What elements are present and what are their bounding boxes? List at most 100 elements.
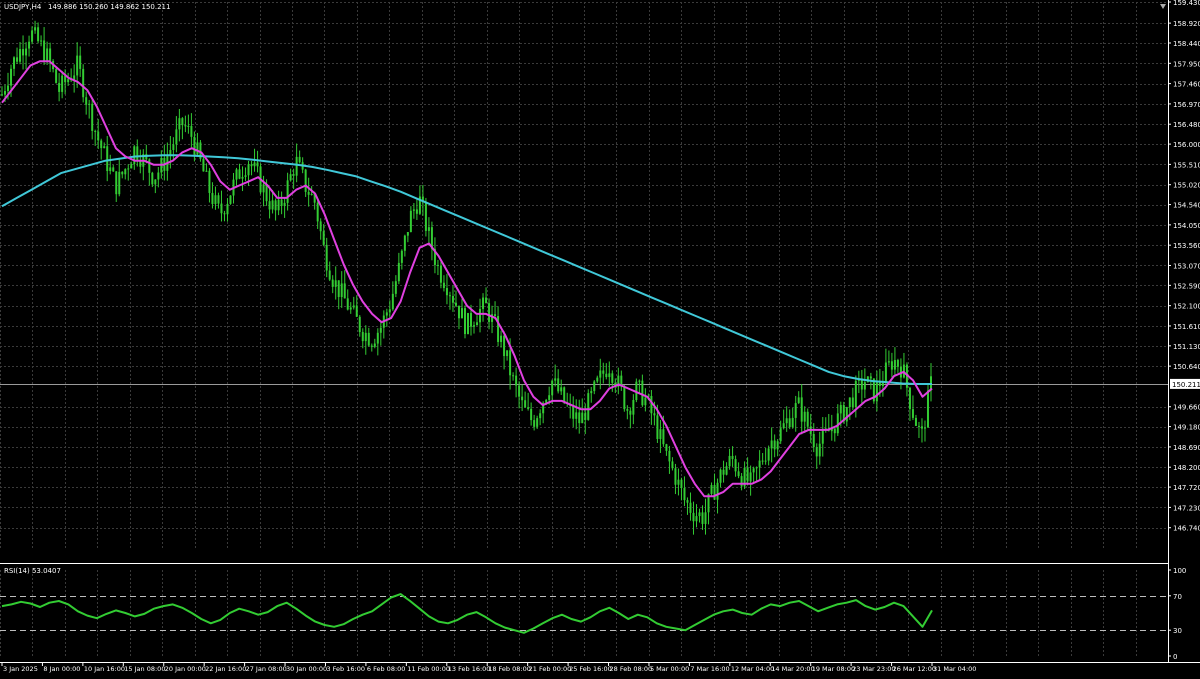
candle-body <box>785 418 788 424</box>
candle-body <box>716 482 719 500</box>
candle-body <box>839 405 842 414</box>
candle-body <box>205 170 208 172</box>
candle-body <box>319 221 322 232</box>
candle-body <box>494 314 497 317</box>
price-tick-label: 153.560 <box>1173 242 1200 250</box>
candle-body <box>37 27 40 42</box>
candle-body <box>755 467 758 469</box>
candle-body <box>719 469 722 483</box>
candle-body <box>554 378 557 381</box>
candle-body <box>43 40 46 62</box>
price-tick-label: 149.180 <box>1173 424 1200 432</box>
candle-body <box>361 332 364 342</box>
candle-body <box>602 370 605 374</box>
candle-body <box>304 169 307 192</box>
candle-body <box>196 142 199 155</box>
candle-body <box>109 167 112 172</box>
candle-body <box>130 164 133 169</box>
candle-body <box>467 313 469 335</box>
candle-body <box>653 413 656 416</box>
price-tick-label: 153.070 <box>1173 262 1200 270</box>
candle-body <box>292 174 295 176</box>
candle-body <box>776 441 779 450</box>
candle-body <box>307 191 310 195</box>
candle-body <box>710 485 713 494</box>
candle-body <box>136 146 139 161</box>
chart-canvas[interactable]: 159.430 158.920 158.440 157.950 157.460 156.9… <box>0 0 1200 675</box>
price-tick-label: 148.200 <box>1173 464 1200 472</box>
candle-body <box>488 303 491 322</box>
candle-body <box>683 487 686 501</box>
candle-body <box>409 210 412 232</box>
candle-body <box>103 146 106 149</box>
candle-body <box>28 41 31 49</box>
candle-body <box>289 174 292 181</box>
candle-body <box>500 335 503 342</box>
chart-background <box>0 0 1200 675</box>
candle-body <box>397 262 400 282</box>
candle-body <box>701 512 704 524</box>
candle-body <box>773 440 776 450</box>
time-tick-label: 28 Feb 08:00 <box>610 665 653 673</box>
candle-body <box>572 405 575 419</box>
candle-body <box>509 350 512 376</box>
candle-body <box>548 395 551 400</box>
candle-body <box>782 423 785 429</box>
candle-body <box>157 172 160 180</box>
candle-body <box>797 397 800 404</box>
candle-body <box>274 200 277 211</box>
candle-body <box>13 57 16 69</box>
candle-body <box>626 409 629 411</box>
candle-body <box>764 460 767 462</box>
candle-body <box>908 387 911 410</box>
candle-body <box>596 377 599 382</box>
candle-body <box>644 397 647 406</box>
price-tick-label: 154.050 <box>1173 222 1200 230</box>
candle-body <box>731 455 734 460</box>
candle-body <box>280 199 283 206</box>
candle-body <box>1 94 3 96</box>
candle-body <box>217 195 220 204</box>
chart-window[interactable]: 159.430 158.920 158.440 157.950 157.460 156.9… <box>0 0 1200 675</box>
candle-body <box>79 55 82 69</box>
candle-body <box>457 305 460 319</box>
candle-body <box>527 407 530 409</box>
candle-body <box>385 312 388 316</box>
price-tick-label: 151.610 <box>1173 323 1200 331</box>
candle-body <box>208 170 211 193</box>
candle-body <box>58 82 61 92</box>
time-tick-label: 22 Jan 16:00 <box>205 665 246 673</box>
time-tick-label: 15 Jan 08:00 <box>124 665 165 673</box>
candle-body <box>61 75 64 92</box>
candle-body <box>190 125 193 137</box>
candle-body <box>325 244 328 271</box>
candle-body <box>914 417 917 426</box>
candle-body <box>821 429 824 444</box>
candle-body <box>560 387 563 392</box>
candle-body <box>869 376 872 379</box>
candle-body <box>884 362 887 383</box>
candle-body <box>367 332 370 346</box>
candle-body <box>674 468 677 485</box>
candle-body <box>49 48 52 62</box>
candle-body <box>106 146 109 172</box>
candle-body <box>388 309 391 313</box>
candle-body <box>16 57 19 62</box>
candle-body <box>406 231 409 236</box>
candle-body <box>800 397 803 422</box>
candle-body <box>424 202 427 231</box>
candle-body <box>722 469 725 475</box>
candle-body <box>265 184 268 202</box>
candle-body <box>31 30 34 42</box>
candle-body <box>172 144 175 151</box>
price-tick-label: 156.000 <box>1173 141 1200 149</box>
price-tick-label: 151.130 <box>1173 343 1200 351</box>
candle-body <box>460 308 463 319</box>
candle-body <box>394 281 397 294</box>
candle-body <box>97 131 100 141</box>
candle-body <box>524 400 527 408</box>
candle-body <box>752 468 755 473</box>
candle-body <box>115 171 118 195</box>
candle-body <box>178 118 181 130</box>
time-tick-label: 23 Mar 23:00 <box>852 665 895 673</box>
